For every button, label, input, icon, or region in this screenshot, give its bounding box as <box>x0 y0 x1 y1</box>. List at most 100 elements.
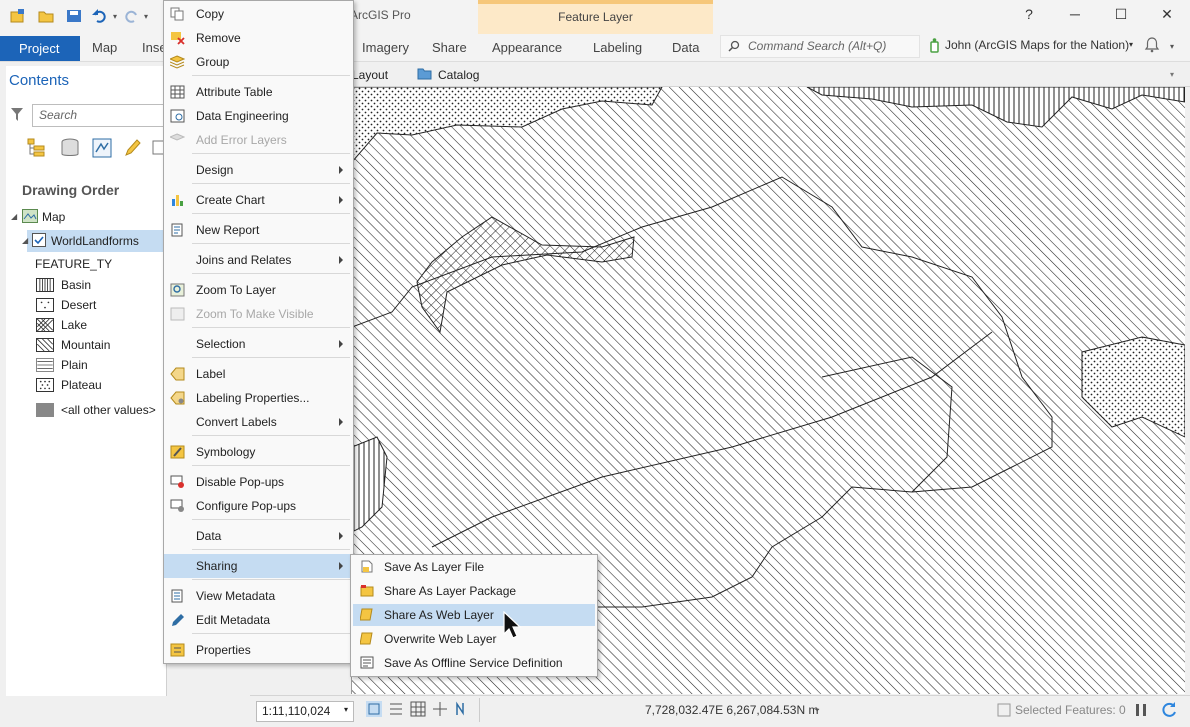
new-project-icon[interactable] <box>10 9 26 23</box>
submenu-arrow-icon <box>339 196 343 204</box>
submenu-item-share-as-web-layer[interactable]: Share As Web Layer <box>353 604 595 626</box>
tab-layout-view[interactable]: Layout <box>352 68 388 82</box>
pause-drawing-icon[interactable] <box>1134 702 1148 718</box>
map-scale-selector[interactable]: 1:11,110,024 ▾ <box>256 701 354 722</box>
tab-imagery[interactable]: Imagery <box>362 40 409 55</box>
view-metadata-icon <box>171 589 183 603</box>
refresh-icon[interactable] <box>1160 701 1178 719</box>
map-node-label[interactable]: Map <box>42 210 65 224</box>
selected-features-count[interactable]: Selected Features: 0 <box>1015 703 1126 717</box>
submenu-arrow-icon <box>339 256 343 264</box>
submenu-item-share-as-layer-package[interactable]: Share As Layer Package <box>353 580 595 602</box>
close-button[interactable]: ✕ <box>1152 6 1182 26</box>
menu-item-properties[interactable]: Properties <box>164 638 351 662</box>
menu-item-new-report[interactable]: New Report <box>164 218 351 242</box>
map-icon <box>22 209 38 223</box>
clip-layers-icon[interactable] <box>388 701 404 717</box>
help-button[interactable]: ? <box>1014 6 1044 26</box>
report-icon <box>171 223 183 237</box>
tab-data[interactable]: Data <box>672 40 699 55</box>
redo-icon[interactable] <box>123 9 139 23</box>
notifications-bell-icon[interactable] <box>1144 37 1160 53</box>
menu-item-disable-popups[interactable]: Disable Pop-ups <box>164 470 351 494</box>
menu-item-zoom-to-layer[interactable]: Zoom To Layer <box>164 278 351 302</box>
tab-appearance[interactable]: Appearance <box>492 40 562 55</box>
save-project-icon[interactable] <box>66 9 82 23</box>
mountain-swatch-icon <box>36 338 54 352</box>
tab-share[interactable]: Share <box>432 40 467 55</box>
undo-dropdown-icon[interactable]: ▾ <box>113 12 117 21</box>
command-search-box[interactable]: Command Search (Alt+Q) <box>720 35 920 58</box>
menu-item-convert-labels[interactable]: Convert Labels <box>164 410 351 434</box>
menu-item-view-metadata[interactable]: View Metadata <box>164 584 351 608</box>
ribbon-options-icon[interactable]: ▾ <box>1170 42 1174 51</box>
layer-visibility-checkbox[interactable] <box>32 233 46 247</box>
menu-item-label[interactable]: Label <box>164 362 351 386</box>
menu-item-configure-popups[interactable]: Configure Pop-ups <box>164 494 351 518</box>
layer-expand-icon[interactable]: ◢ <box>22 236 28 245</box>
layer-package-icon <box>360 585 374 597</box>
list-by-drawing-order-icon[interactable] <box>26 138 48 158</box>
layer-name[interactable]: WorldLandforms <box>51 234 139 248</box>
north-arrow-icon[interactable] <box>454 701 470 717</box>
menu-item-copy[interactable]: Copy <box>164 2 351 26</box>
undo-icon[interactable] <box>92 9 108 23</box>
menu-item-labeling-properties[interactable]: Labeling Properties... <box>164 386 351 410</box>
tab-map[interactable]: Map <box>92 40 117 55</box>
menu-item-data[interactable]: Data <box>164 524 351 548</box>
coordinate-format-dropdown-icon[interactable]: ⌄ <box>813 703 821 714</box>
grid-icon[interactable] <box>410 701 426 717</box>
legend-label-basin: Basin <box>61 278 92 292</box>
map-scale-value: 1:11,110,024 <box>262 704 331 718</box>
list-by-editing-icon[interactable] <box>123 138 143 158</box>
tab-catalog-view[interactable]: Catalog <box>438 68 479 82</box>
drawing-order-heading: Drawing Order <box>22 182 120 198</box>
maximize-button[interactable]: ☐ <box>1106 6 1136 26</box>
plateau-swatch-icon <box>36 378 54 392</box>
submenu-item-overwrite-web-layer[interactable]: Overwrite Web Layer <box>353 628 595 650</box>
contextual-tab-strip <box>478 0 713 4</box>
view-tabs-overflow-icon[interactable]: ▾ <box>1170 70 1174 79</box>
mouse-cursor-icon <box>503 611 522 639</box>
menu-item-symbology[interactable]: Symbology <box>164 440 351 464</box>
legend-label-plain: Plain <box>61 358 88 372</box>
configure-popups-icon <box>170 499 184 512</box>
menu-item-data-engineering[interactable]: Data Engineering <box>164 104 351 128</box>
submenu-arrow-icon <box>339 532 343 540</box>
filter-icon[interactable] <box>11 108 23 122</box>
list-by-data-source-icon[interactable] <box>60 138 80 158</box>
menu-item-joins-relates[interactable]: Joins and Relates <box>164 248 351 272</box>
snapping-icon[interactable] <box>432 701 448 717</box>
menu-item-sharing[interactable]: Sharing <box>164 554 351 578</box>
user-status-icon <box>930 38 939 53</box>
fixed-zoom-icon[interactable] <box>366 701 382 717</box>
tab-project[interactable]: Project <box>0 36 80 61</box>
menu-item-attribute-table[interactable]: Attribute Table <box>164 80 351 104</box>
copy-icon <box>170 7 184 21</box>
menu-item-group[interactable]: Group <box>164 50 351 74</box>
menu-separator <box>192 243 350 244</box>
map-status-bar: 1:11,110,024 ▾ 7,728,032.47E 6,267,084.5… <box>250 695 1190 727</box>
minimize-button[interactable]: ─ <box>1060 6 1090 26</box>
submenu-item-save-as-layer-file[interactable]: Save As Layer File <box>353 556 595 578</box>
contents-search-input[interactable]: Search <box>32 104 174 127</box>
menu-item-remove[interactable]: Remove <box>164 26 351 50</box>
contents-pane: Contents Search Drawing Order ◢ Map ◢ Wo… <box>6 66 174 696</box>
menu-item-edit-metadata[interactable]: Edit Metadata <box>164 608 351 632</box>
menu-item-selection[interactable]: Selection <box>164 332 351 356</box>
legend-label-lake: Lake <box>61 318 88 332</box>
group-layers-icon <box>170 55 185 69</box>
map-expand-icon[interactable]: ◢ <box>11 212 17 221</box>
menu-item-create-chart[interactable]: Create Chart <box>164 188 351 212</box>
sharing-submenu: Save As Layer File Share As Layer Packag… <box>350 554 598 677</box>
contents-title: Contents <box>9 72 70 89</box>
open-project-icon[interactable] <box>38 9 54 23</box>
menu-item-design[interactable]: Design <box>164 158 351 182</box>
symbology-field-name: FEATURE_TY <box>35 257 113 271</box>
scale-dropdown-icon: ▾ <box>344 705 349 714</box>
chart-icon <box>172 195 183 206</box>
submenu-item-save-offline-service-definition[interactable]: Save As Offline Service Definition <box>353 652 595 674</box>
tab-labeling[interactable]: Labeling <box>593 40 642 55</box>
list-by-selection-icon[interactable] <box>92 138 112 158</box>
qat-dropdown-icon[interactable]: ▾ <box>144 12 148 21</box>
